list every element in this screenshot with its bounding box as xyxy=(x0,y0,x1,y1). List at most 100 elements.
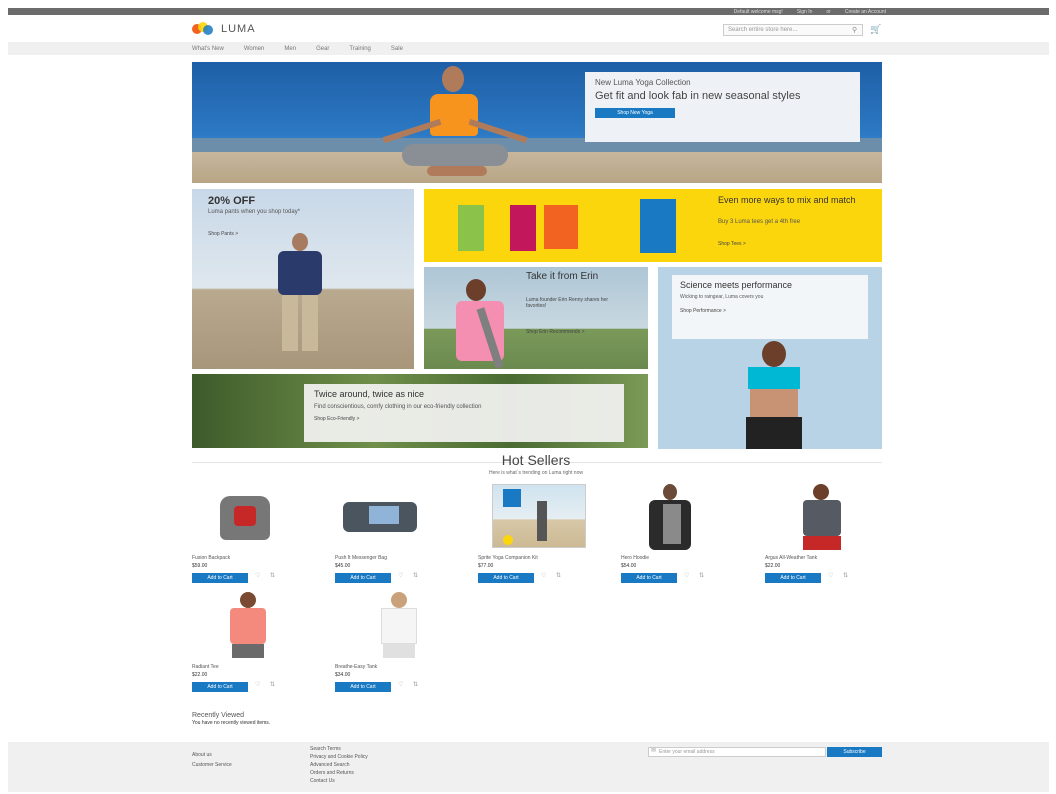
product-card[interactable]: Hero Hoodie $54.00 Add to Cart ♡ ⇅ xyxy=(621,484,731,584)
promo-pants[interactable]: 20% OFF Luma pants when you shop today* … xyxy=(192,189,414,369)
product-card[interactable]: Sprite Yoga Companion Kit $77.00 Add to … xyxy=(478,484,588,584)
promo-pants-link[interactable]: Shop Pants > xyxy=(208,231,238,237)
product-name[interactable]: Argus All-Weather Tank xyxy=(765,555,817,561)
shop-new-yoga-button[interactable]: Shop New Yoga xyxy=(595,108,675,118)
blue-tank-image xyxy=(640,199,676,253)
compare-icon[interactable]: ⇅ xyxy=(556,572,561,579)
recently-viewed-text: You have no recently viewed items. xyxy=(192,720,271,726)
product-name[interactable]: Push It Messenger Bag xyxy=(335,555,387,561)
logo[interactable]: LUMA xyxy=(192,22,256,36)
wishlist-icon[interactable]: ♡ xyxy=(684,572,689,579)
promo-performance-title: Science meets performance xyxy=(680,280,793,290)
wishlist-icon[interactable]: ♡ xyxy=(255,681,260,688)
nav-item-men[interactable]: Men xyxy=(284,46,296,52)
footer-link-privacy[interactable]: Privacy and Cookie Policy xyxy=(310,754,368,760)
compare-icon[interactable]: ⇅ xyxy=(843,572,848,579)
hero-banner[interactable]: New Luma Yoga Collection Get fit and loo… xyxy=(192,62,882,183)
footer-link-orders-returns[interactable]: Orders and Returns xyxy=(310,770,368,776)
footer-link-contact[interactable]: Contact Us xyxy=(310,778,368,784)
compare-icon[interactable]: ⇅ xyxy=(699,572,704,579)
athlete-image xyxy=(714,341,834,449)
add-to-cart-button[interactable]: Add to Cart xyxy=(335,682,391,692)
footer-col-2: Search Terms Privacy and Cookie Policy A… xyxy=(310,746,368,784)
wishlist-icon[interactable]: ♡ xyxy=(828,572,833,579)
top-bar xyxy=(8,8,1049,15)
hoodie-image xyxy=(635,484,705,552)
add-to-cart-button[interactable]: Add to Cart xyxy=(478,573,534,583)
mail-icon: ✉ xyxy=(651,748,657,754)
compare-icon[interactable]: ⇅ xyxy=(270,572,275,579)
add-to-cart-button[interactable]: Add to Cart xyxy=(335,573,391,583)
footer-link-customer-service[interactable]: Customer Service xyxy=(192,762,232,768)
compare-icon[interactable]: ⇅ xyxy=(270,681,275,688)
create-account-link[interactable]: Create an Account xyxy=(845,9,886,15)
product-name[interactable]: Fusion Backpack xyxy=(192,555,230,561)
add-to-cart-button[interactable]: Add to Cart xyxy=(765,573,821,583)
promo-tees-text: Buy 3 Luma tees get a 4th free xyxy=(718,219,801,225)
product-name[interactable]: Radiant Tee xyxy=(192,664,219,670)
add-to-cart-button[interactable]: Add to Cart xyxy=(192,573,248,583)
hero-title: Get fit and look fab in new seasonal sty… xyxy=(595,90,801,102)
promo-pants-title: 20% OFF xyxy=(208,195,256,207)
product-card[interactable]: Argus All-Weather Tank $22.00 Add to Car… xyxy=(765,484,882,584)
promo-tees[interactable]: Even more ways to mix and match Buy 3 Lu… xyxy=(424,189,882,262)
promo-eco-link[interactable]: Shop Eco-Friendly > xyxy=(314,416,614,422)
footer-link-advanced-search[interactable]: Advanced Search xyxy=(310,762,368,768)
promo-tees-link[interactable]: Shop Tees > xyxy=(718,241,746,247)
product-name[interactable]: Hero Hoodie xyxy=(621,555,649,561)
product-card[interactable]: Fusion Backpack $59.00 Add to Cart ♡ ⇅ xyxy=(192,484,302,584)
promo-erin[interactable]: Take it from Erin Luma founder Erin Renn… xyxy=(424,267,648,369)
product-price: $22.00 xyxy=(192,672,208,678)
promo-eco[interactable]: Twice around, twice as nice Find conscie… xyxy=(192,374,648,448)
promo-erin-link[interactable]: Shop Erin Recommends > xyxy=(526,329,585,335)
logo-text: LUMA xyxy=(221,23,256,35)
product-name[interactable]: Sprite Yoga Companion Kit xyxy=(478,555,538,561)
hot-sellers-title: Hot Sellers xyxy=(501,452,571,468)
compare-icon[interactable]: ⇅ xyxy=(413,572,418,579)
product-card[interactable]: Push It Messenger Bag $45.00 Add to Cart… xyxy=(335,484,445,584)
search-icon[interactable]: ⚲ xyxy=(852,26,857,34)
yoga-model-image xyxy=(372,62,542,183)
wishlist-icon[interactable]: ♡ xyxy=(541,572,546,579)
nav-item-gear[interactable]: Gear xyxy=(316,46,329,52)
promo-performance-text: Wicking to raingear, Luma covers you xyxy=(680,294,764,300)
performance-callout: Science meets performance Wicking to rai… xyxy=(672,275,868,339)
promo-tees-title: Even more ways to mix and match xyxy=(718,195,856,205)
nav-item-training[interactable]: Training xyxy=(349,46,370,52)
footer-link-search-terms[interactable]: Search Terms xyxy=(310,746,368,752)
wishlist-icon[interactable]: ♡ xyxy=(255,572,260,579)
eco-callout: Twice around, twice as nice Find conscie… xyxy=(304,384,624,442)
product-price: $77.00 xyxy=(478,563,494,569)
add-to-cart-button[interactable]: Add to Cart xyxy=(192,682,248,692)
product-price: $59.00 xyxy=(192,563,208,569)
promo-performance-link[interactable]: Shop Performance > xyxy=(680,308,860,314)
product-card[interactable]: Breathe-Easy Tank $34.00 Add to Cart ♡ ⇅ xyxy=(335,592,445,694)
nav-item-whats-new[interactable]: What's New xyxy=(192,46,224,52)
tank-image xyxy=(787,484,857,552)
add-to-cart-button[interactable]: Add to Cart xyxy=(621,573,677,583)
wishlist-icon[interactable]: ♡ xyxy=(398,572,403,579)
footer-link-about[interactable]: About us xyxy=(192,752,232,758)
product-price: $22.00 xyxy=(765,563,781,569)
newsletter-input[interactable]: Enter your email address xyxy=(648,747,826,757)
product-price: $54.00 xyxy=(621,563,637,569)
product-price: $45.00 xyxy=(335,563,351,569)
cart-icon[interactable]: 🛒 xyxy=(870,24,881,35)
product-name[interactable]: Breathe-Easy Tank xyxy=(335,664,377,670)
compare-icon[interactable]: ⇅ xyxy=(413,681,418,688)
nav-item-women[interactable]: Women xyxy=(244,46,265,52)
search-input[interactable]: Search entire store here... xyxy=(723,24,863,36)
logo-icon xyxy=(192,22,214,36)
welcome-text: Default welcome msg! xyxy=(733,8,783,15)
promo-performance[interactable]: Science meets performance Wicking to rai… xyxy=(658,267,882,449)
subscribe-button[interactable]: Subscribe xyxy=(827,747,882,757)
nav-item-sale[interactable]: Sale xyxy=(391,46,403,52)
sign-in-link[interactable]: Sign In xyxy=(797,9,813,15)
messenger-bag-image xyxy=(343,498,423,534)
wishlist-icon[interactable]: ♡ xyxy=(398,681,403,688)
promo-erin-title: Take it from Erin xyxy=(526,271,599,282)
promo-eco-text: Find conscientious, comfy clothing in ou… xyxy=(314,404,482,410)
breathe-easy-tank-image xyxy=(365,592,435,658)
product-price: $34.00 xyxy=(335,672,351,678)
product-card[interactable]: Radiant Tee $22.00 Add to Cart ♡ ⇅ xyxy=(192,592,302,694)
